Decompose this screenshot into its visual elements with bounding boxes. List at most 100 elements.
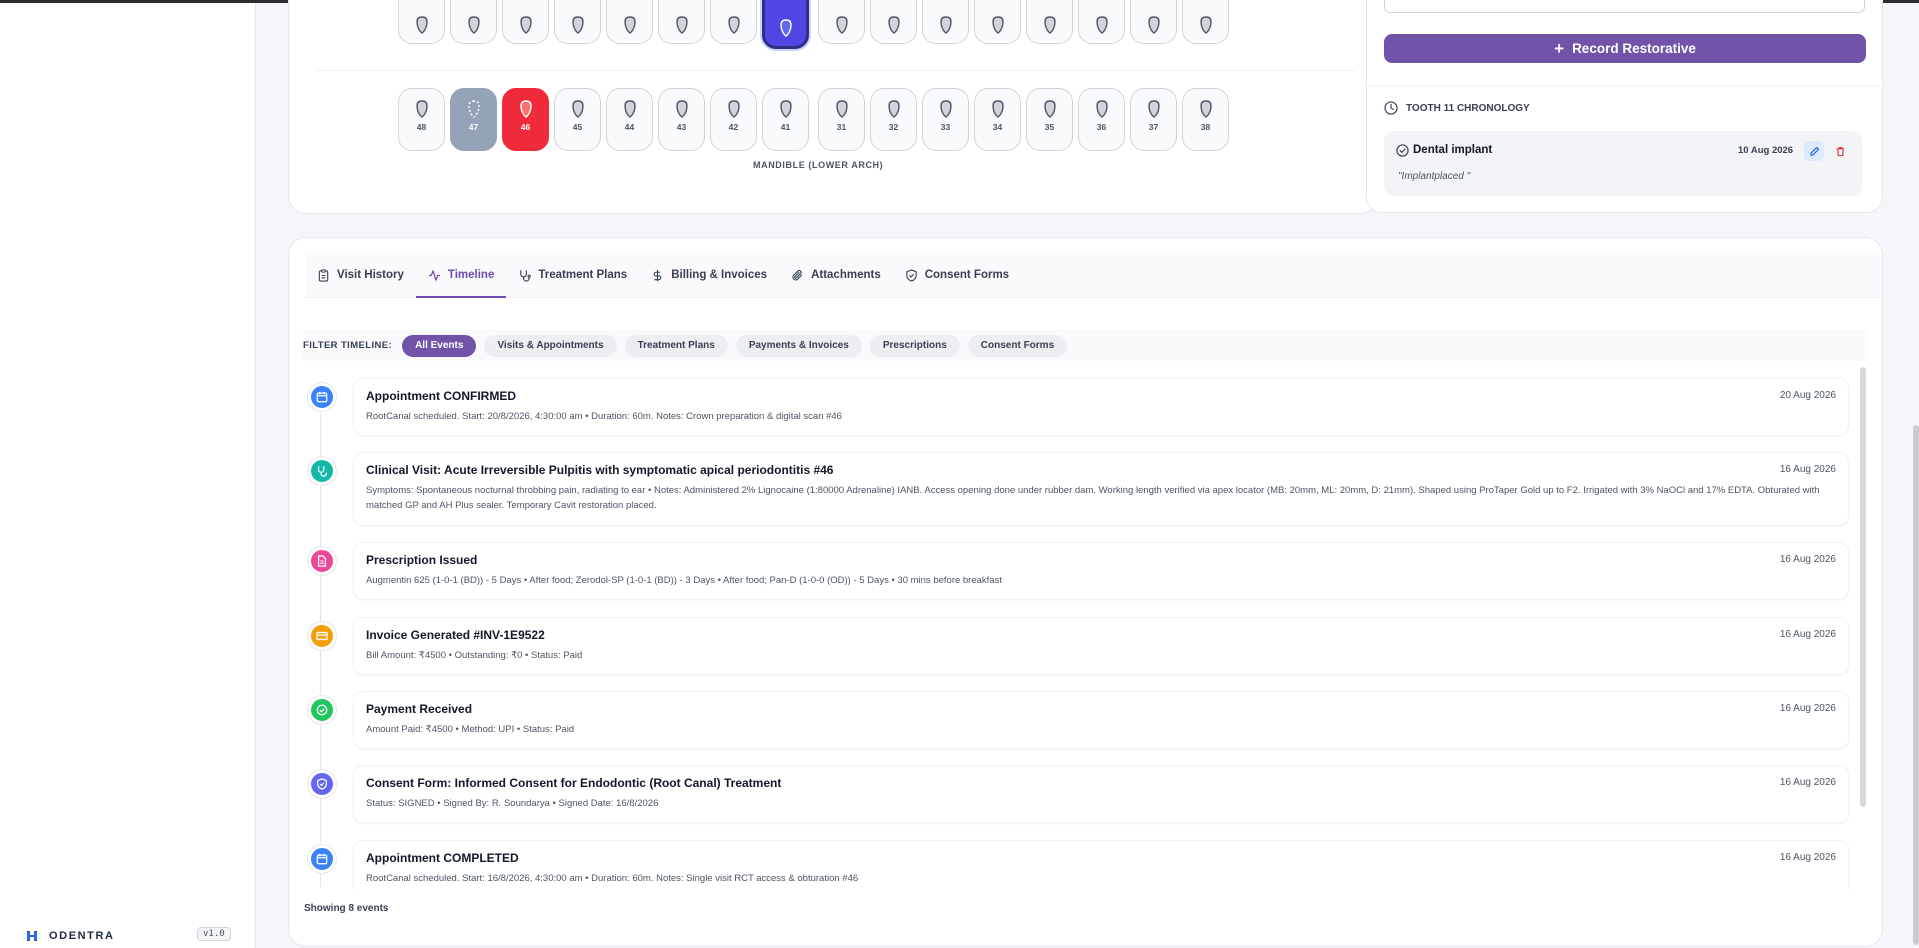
event-detail: Bill Amount: ₹4500 • Outstanding: ₹0 • S… [366,650,583,661]
tooth-13[interactable] [658,0,705,44]
tooth-31[interactable]: 31 [818,88,865,151]
tooth-number: 41 [780,122,791,132]
tab-label: Treatment Plans [538,269,628,281]
tooth-15[interactable] [554,0,601,44]
sidebar [0,3,256,948]
tooth-32[interactable]: 32 [870,88,917,151]
timeline-event[interactable]: Appointment CONFIRMED 20 Aug 2026 RootCana… [353,378,1849,436]
tooth-22[interactable] [870,0,917,44]
event-title: Appointment CONFIRMED [366,389,516,403]
tooth-41[interactable]: 41 [762,88,809,151]
tooth-icon [571,16,584,34]
tooth-number: 34 [992,122,1003,132]
tooth-46[interactable]: 46 [502,88,549,151]
tab-attachments[interactable]: Attachments [779,253,893,298]
tooth-icon [991,100,1004,118]
notes-textarea[interactable] [1384,0,1865,13]
timeline-scrollbar[interactable] [1860,367,1866,807]
tooth-35[interactable]: 35 [1026,88,1073,151]
tooth-icon [779,19,792,37]
tooth-icon [1199,16,1212,34]
page-scrollbar[interactable] [1913,425,1919,945]
tooth-number: 37 [1148,122,1159,132]
timeline-event[interactable]: Prescription Issued 16 Aug 2026 Augmentin … [353,542,1849,600]
plus-icon: + [1554,39,1565,58]
tooth-icon [835,16,848,34]
edit-button[interactable] [1804,141,1824,161]
tooth-icon [1095,16,1108,34]
tooth-12[interactable] [710,0,757,44]
tooth-23[interactable] [922,0,969,44]
tooth-icon [727,16,740,34]
chronology-item-note: "Implantplaced " [1398,171,1471,182]
tab-label: Billing & Invoices [671,269,768,281]
tooth-16[interactable] [502,0,549,44]
chronology-item-title: Dental implant [1413,144,1493,156]
filter-chip-visits-appointments[interactable]: Visits & Appointments [484,334,617,357]
tooth-18[interactable] [398,0,445,44]
event-title: Payment Received [366,702,473,716]
tab-treatment-plans[interactable]: Treatment Plans [506,253,639,298]
tooth-icon [623,16,636,34]
tooth-icon [991,16,1004,34]
tooth-43[interactable]: 43 [658,88,705,151]
tooth-25[interactable] [1026,0,1073,44]
tooth-14[interactable] [606,0,653,44]
tooth-44[interactable]: 44 [606,88,653,151]
event-detail: Symptoms: Spontaneous nocturnal throbbin… [366,485,1820,511]
tooth-37[interactable]: 37 [1130,88,1177,151]
event-title: Invoice Generated #INV-1E9522 [366,628,545,642]
filter-chip-consent-forms[interactable]: Consent Forms [967,334,1068,357]
tooth-42[interactable]: 42 [710,88,757,151]
tooth-26[interactable] [1078,0,1125,44]
timeline-event[interactable]: Invoice Generated #INV-1E9522 16 Aug 2026… [353,617,1849,675]
filter-chip-treatment-plans[interactable]: Treatment Plans [624,334,728,357]
tab-visit-history[interactable]: Visit History [305,253,416,298]
tooth-45[interactable]: 45 [554,88,601,151]
timeline-event[interactable]: Clinical Visit: Acute Irreversible Pulpi… [353,452,1849,526]
tab-billing-invoices[interactable]: Billing & Invoices [639,253,779,298]
timeline-event-dot [308,845,336,873]
filter-label: FILTER TIMELINE: [303,340,393,351]
tooth-21[interactable] [818,0,865,44]
tab-label: Visit History [337,269,404,281]
records-tabs: Visit History Timeline Treatment Plans B… [305,253,1880,298]
tooth-36[interactable]: 36 [1078,88,1125,151]
tooth-11-selected[interactable] [762,0,809,49]
tab-consent-forms[interactable]: Consent Forms [893,253,1021,298]
tooth-33[interactable]: 33 [922,88,969,151]
timeline-filter-bar: FILTER TIMELINE: All Events Visits & App… [303,330,1868,361]
tooth-27[interactable] [1130,0,1177,44]
tooth-17[interactable] [450,0,497,44]
timeline-event[interactable]: Appointment COMPLETED 16 Aug 2026 RootCana… [353,840,1849,890]
tooth-icon [887,100,900,118]
tooth-47[interactable]: 47 [450,88,497,151]
tooth-28[interactable] [1182,0,1229,44]
tooth-38[interactable]: 38 [1182,88,1229,151]
tooth-icon [415,16,428,34]
tab-timeline[interactable]: Timeline [415,253,507,298]
event-title: Clinical Visit: Acute Irreversible Pulpi… [366,463,834,477]
timeline-event[interactable]: Consent Form: Informed Consent for Endod… [353,765,1849,823]
tooth-number: 44 [624,122,635,132]
record-restorative-button[interactable]: + Record Restorative [1384,34,1866,63]
tooth-icon [835,100,848,118]
timeline-event[interactable]: Payment Received 16 Aug 2026 Amount Paid: … [353,691,1849,749]
dollar-icon [653,269,662,281]
tooth-number: 42 [728,122,739,132]
delete-button[interactable] [1830,141,1850,161]
odentra-logo-icon [27,931,37,941]
tooth-24[interactable] [974,0,1021,44]
shield-check-icon [317,778,327,790]
tooth-icon [727,100,740,118]
tooth-number: 36 [1096,122,1107,132]
tooth-34[interactable]: 34 [974,88,1021,151]
check-circle-icon [316,704,328,716]
filter-chip-prescriptions[interactable]: Prescriptions [869,334,960,357]
event-date: 20 Aug 2026 [1779,390,1836,401]
tooth-48[interactable]: 48 [398,88,445,151]
filter-chip-payments-invoices[interactable]: Payments & Invoices [735,334,862,357]
filter-chip-all-events[interactable]: All Events [402,334,477,357]
arch-divider [315,70,1355,71]
brand[interactable]: ODENTRA [25,929,115,943]
